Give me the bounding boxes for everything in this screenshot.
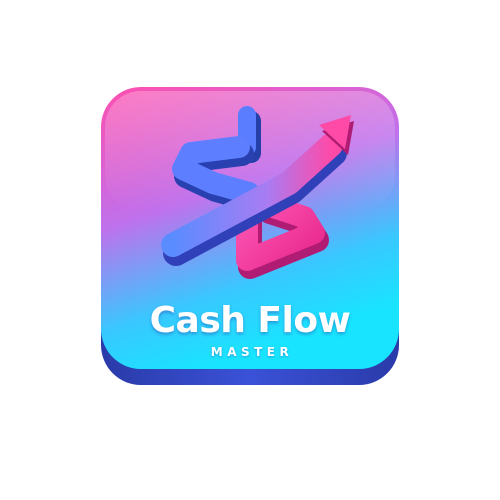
app-title: Cash Flow bbox=[149, 300, 351, 341]
app-icon[interactable] bbox=[99, 85, 401, 387]
app-subtitle: MASTER bbox=[210, 345, 294, 359]
canvas: Cash Flow MASTER bbox=[0, 0, 500, 500]
app-icon-graphic bbox=[101, 87, 399, 385]
